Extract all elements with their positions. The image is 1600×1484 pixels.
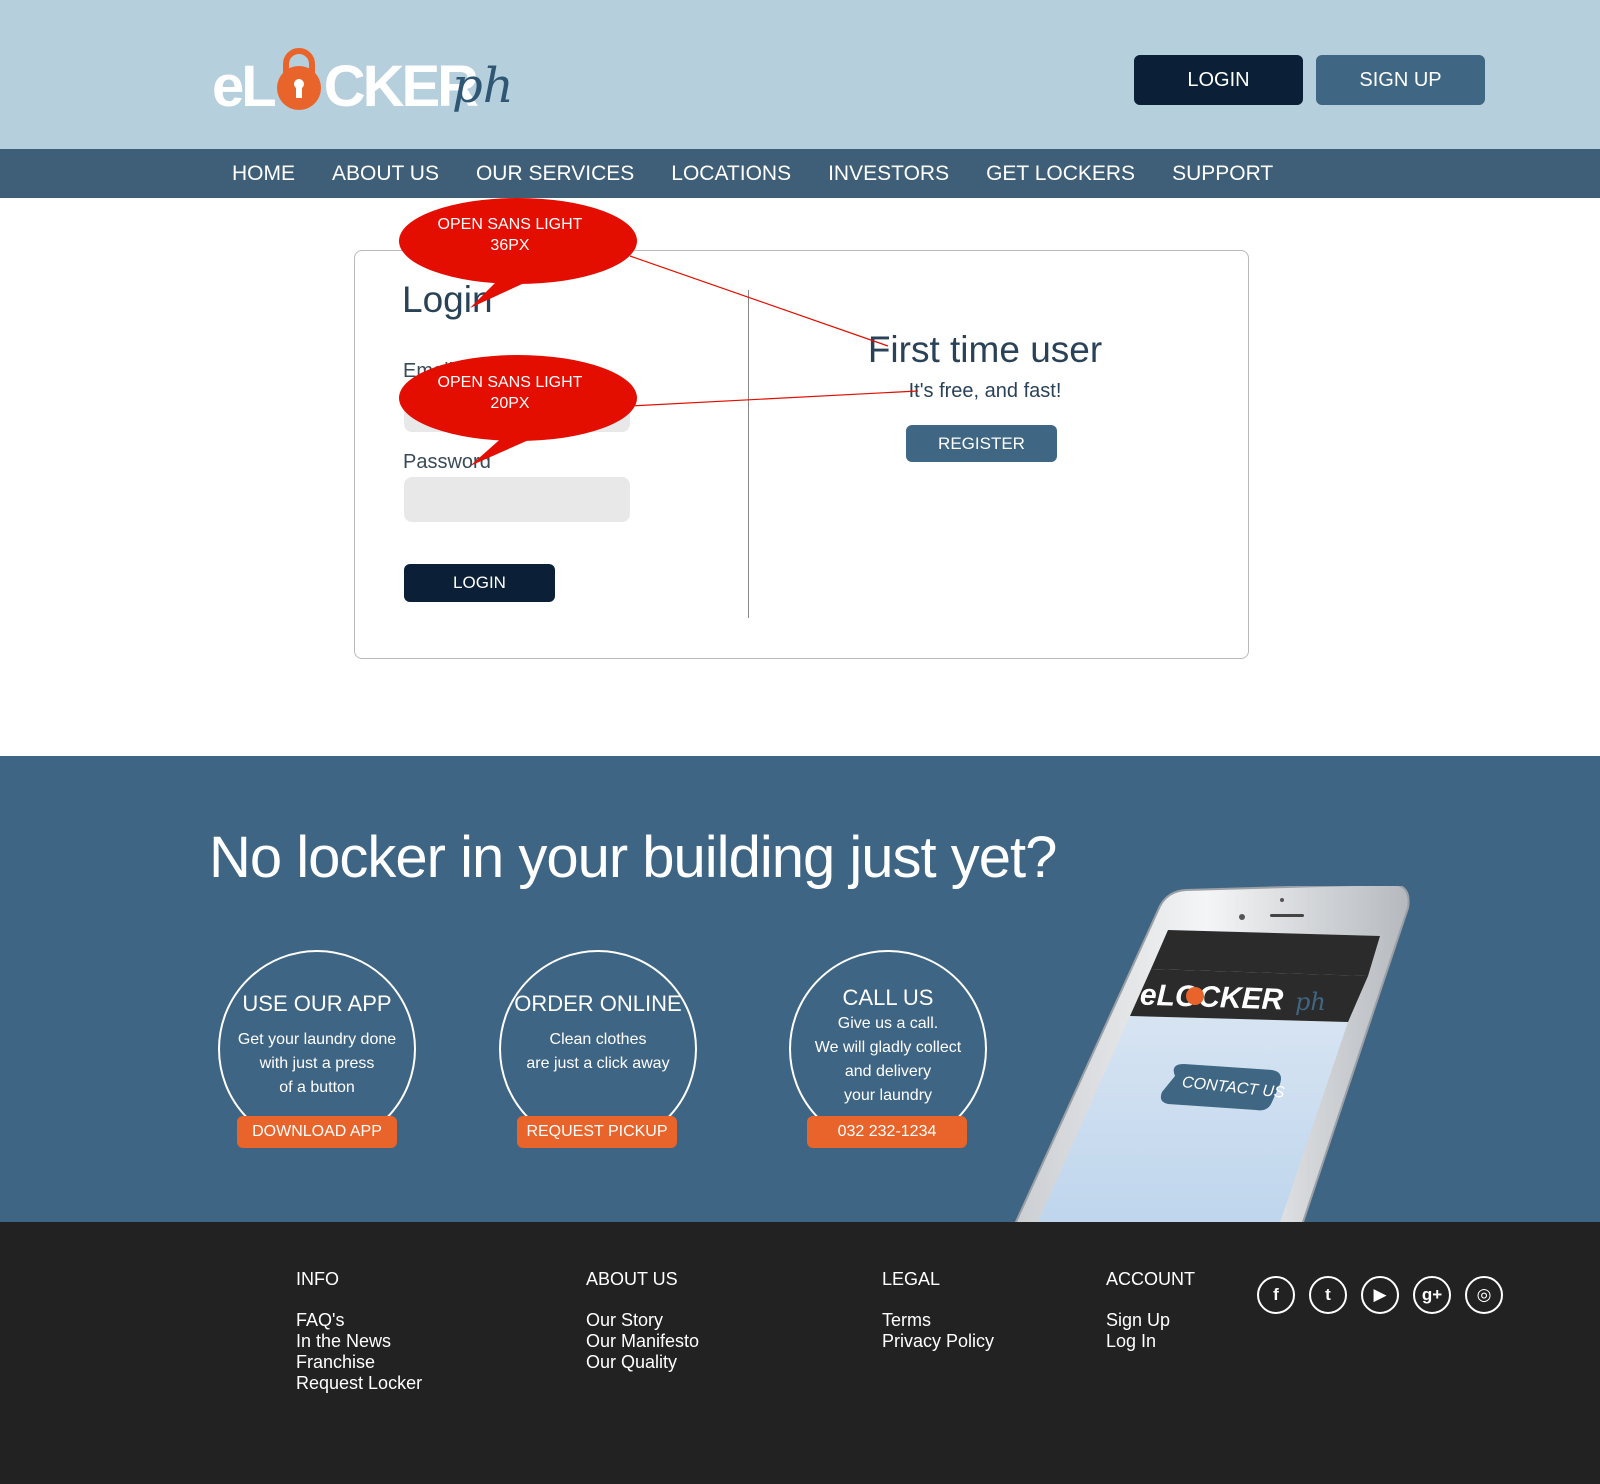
app-circle-line-2: with just a press: [259, 1055, 375, 1072]
google-plus-icon[interactable]: g+: [1413, 1276, 1451, 1314]
download-app-button[interactable]: DOWNLOAD APP: [237, 1116, 397, 1148]
main-nav: HOME ABOUT US OUR SERVICES LOCATIONS INV…: [0, 149, 1600, 198]
site-footer: INFO FAQ's In the News Franchise Request…: [0, 1222, 1600, 1484]
footer-link[interactable]: In the News: [296, 1331, 422, 1352]
card-divider: [748, 290, 749, 618]
footer-link[interactable]: Terms: [882, 1310, 994, 1331]
register-button[interactable]: REGISTER: [906, 425, 1057, 462]
order-circle-title: ORDER ONLINE: [514, 991, 682, 1016]
annotation-text-1-line2: 36PX: [490, 237, 530, 254]
footer-col-title: LEGAL: [882, 1269, 941, 1289]
footer-link[interactable]: Franchise: [296, 1352, 422, 1373]
annotation-text-2-line2: 20PX: [490, 395, 530, 412]
nav-items: HOME ABOUT US OUR SERVICES LOCATIONS INV…: [232, 149, 1310, 198]
phone-mockup: eLOCKER ph CONTACT US: [1014, 886, 1410, 1222]
footer-col-title: INFO: [296, 1269, 339, 1289]
logo-l: L: [241, 54, 276, 119]
password-field[interactable]: [404, 477, 630, 522]
header-login-button[interactable]: LOGIN: [1134, 55, 1303, 105]
footer-col-title: ABOUT US: [586, 1269, 678, 1289]
login-title: Login: [402, 279, 493, 320]
footer-col-about: ABOUT US Our Story Our Manifesto Our Qua…: [586, 1266, 699, 1373]
app-circle-title: USE OUR APP: [242, 991, 392, 1016]
order-circle-line-2: are just a click away: [526, 1055, 670, 1072]
facebook-icon[interactable]: f: [1257, 1276, 1295, 1314]
footer-col-legal: LEGAL Terms Privacy Policy: [882, 1266, 994, 1352]
nav-item-get-lockers[interactable]: GET LOCKERS: [986, 149, 1135, 198]
footer-link[interactable]: Our Quality: [586, 1352, 699, 1373]
nav-item-our-services[interactable]: OUR SERVICES: [476, 149, 634, 198]
phone-logo-suffix: ph: [1295, 988, 1326, 1016]
phone-number-button[interactable]: 032 232-1234: [807, 1116, 967, 1148]
logo-e: e: [212, 54, 244, 119]
logo-wordmark: eL CKER: [212, 54, 479, 119]
logo-ph: ph: [452, 58, 514, 114]
annotation-text-1-line1: OPEN SANS LIGHT: [437, 216, 583, 233]
footer-link[interactable]: Privacy Policy: [882, 1331, 994, 1352]
footer-link[interactable]: Request Locker: [296, 1373, 422, 1394]
footer-link[interactable]: FAQ's: [296, 1310, 422, 1331]
footer-col-info: INFO FAQ's In the News Franchise Request…: [296, 1266, 422, 1394]
site-header: eL CKER ph LOGIN SIGN UP: [0, 0, 1600, 149]
instagram-icon[interactable]: ◎: [1465, 1276, 1503, 1314]
footer-col-title: ACCOUNT: [1106, 1269, 1195, 1289]
order-circle-line-1: Clean clothes: [549, 1031, 647, 1048]
footer-link[interactable]: Log In: [1106, 1331, 1195, 1352]
annotation-text-1: OPEN SANS LIGHT 36PX: [400, 214, 620, 256]
footer-col-account: ACCOUNT Sign Up Log In: [1106, 1266, 1195, 1352]
nav-item-support[interactable]: SUPPORT: [1172, 149, 1273, 198]
twitter-icon[interactable]: t: [1309, 1276, 1347, 1314]
password-label: Password: [403, 451, 491, 473]
footer-link[interactable]: Our Manifesto: [586, 1331, 699, 1352]
annotation-text-2-line1: OPEN SANS LIGHT: [437, 374, 583, 391]
promo-title: No locker in your building just yet?: [209, 825, 1057, 890]
footer-link[interactable]: Sign Up: [1106, 1310, 1195, 1331]
register-subtitle: It's free, and fast!: [908, 380, 1062, 402]
request-pickup-button[interactable]: REQUEST PICKUP: [517, 1116, 677, 1148]
nav-item-locations[interactable]: LOCATIONS: [671, 149, 791, 198]
login-submit-button[interactable]: LOGIN: [404, 564, 555, 602]
promo-section: No locker in your building just yet? USE…: [0, 756, 1600, 1222]
footer-link[interactable]: Our Story: [586, 1310, 699, 1331]
nav-item-about-us[interactable]: ABOUT US: [332, 149, 439, 198]
nav-item-home[interactable]: HOME: [232, 149, 295, 198]
social-links: f t ▶ g+ ◎: [1257, 1276, 1503, 1314]
youtube-icon[interactable]: ▶: [1361, 1276, 1399, 1314]
header-signup-button[interactable]: SIGN UP: [1316, 55, 1485, 105]
padlock-icon: [277, 48, 321, 110]
app-circle-line-3: of a button: [279, 1079, 355, 1096]
first-time-user-title: First time user: [867, 329, 1103, 370]
elocker-logo[interactable]: eL CKER ph: [212, 40, 532, 126]
app-circle-line-1: Get your laundry done: [237, 1031, 397, 1048]
nav-item-investors[interactable]: INVESTORS: [828, 149, 949, 198]
annotation-text-2: OPEN SANS LIGHT 20PX: [400, 372, 620, 414]
phone-logo-text: eLOCKER: [1139, 979, 1284, 1017]
